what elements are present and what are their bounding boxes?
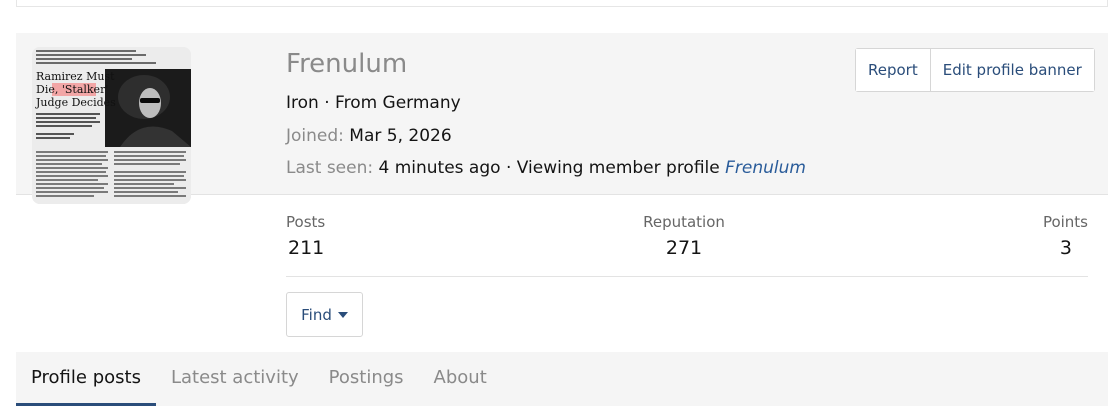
tab-profile-posts[interactable]: Profile posts	[16, 352, 156, 406]
separator-dot: ·	[500, 158, 517, 178]
tab-about[interactable]: About	[419, 352, 502, 406]
caret-down-icon	[337, 311, 348, 318]
tab-postings[interactable]: Postings	[314, 352, 419, 406]
reputation-label: Reputation	[643, 213, 725, 231]
posts-value[interactable]: 211	[288, 237, 324, 259]
joined-date: Mar 5, 2026	[349, 126, 452, 146]
joined-label: Joined:	[286, 126, 344, 146]
avatar-headline-line-1: Ramirez Must	[36, 70, 115, 83]
previous-block-edge	[16, 0, 1108, 7]
report-button[interactable]: Report	[856, 49, 930, 91]
joined-row: Joined: Mar 5, 2026	[286, 125, 452, 147]
last-seen-row: Last seen: 4 minutes ago · Viewing membe…	[286, 157, 806, 179]
activity-profile-link[interactable]: Frenulum	[725, 158, 806, 178]
points-value[interactable]: 3	[1060, 237, 1072, 259]
find-dropdown-button[interactable]: Find	[286, 292, 363, 337]
avatar-headline-line-3: Judge Decides	[35, 96, 116, 109]
profile-tabs: Profile posts Latest activity Postings A…	[16, 352, 1108, 406]
posts-label: Posts	[286, 213, 326, 231]
activity-text: Viewing member profile	[516, 158, 720, 178]
avatar-headline-line-2: Die, 'Stalker'	[36, 83, 108, 96]
tab-latest-activity[interactable]: Latest activity	[156, 352, 314, 406]
user-rank-location: Iron · From Germany	[286, 92, 461, 114]
separator-dot: ·	[318, 93, 336, 113]
username-heading: Frenulum	[286, 49, 408, 79]
reputation-value[interactable]: 271	[666, 237, 702, 259]
newspaper-clipping-avatar-icon: Ramirez Must Die, 'Stalker' Judge Decide…	[32, 47, 191, 204]
profile-actions: Report Edit profile banner	[855, 48, 1095, 92]
user-avatar[interactable]: Ramirez Must Die, 'Stalker' Judge Decide…	[32, 47, 191, 204]
last-seen-label: Last seen:	[286, 158, 374, 178]
points-label: Points	[1042, 213, 1088, 231]
user-location: From Germany	[335, 93, 461, 113]
user-rank: Iron	[286, 93, 319, 113]
edit-profile-banner-button[interactable]: Edit profile banner	[929, 49, 1094, 91]
find-label: Find	[301, 305, 332, 324]
stats-divider	[286, 276, 1088, 277]
last-seen-value: 4 minutes ago	[378, 158, 501, 178]
